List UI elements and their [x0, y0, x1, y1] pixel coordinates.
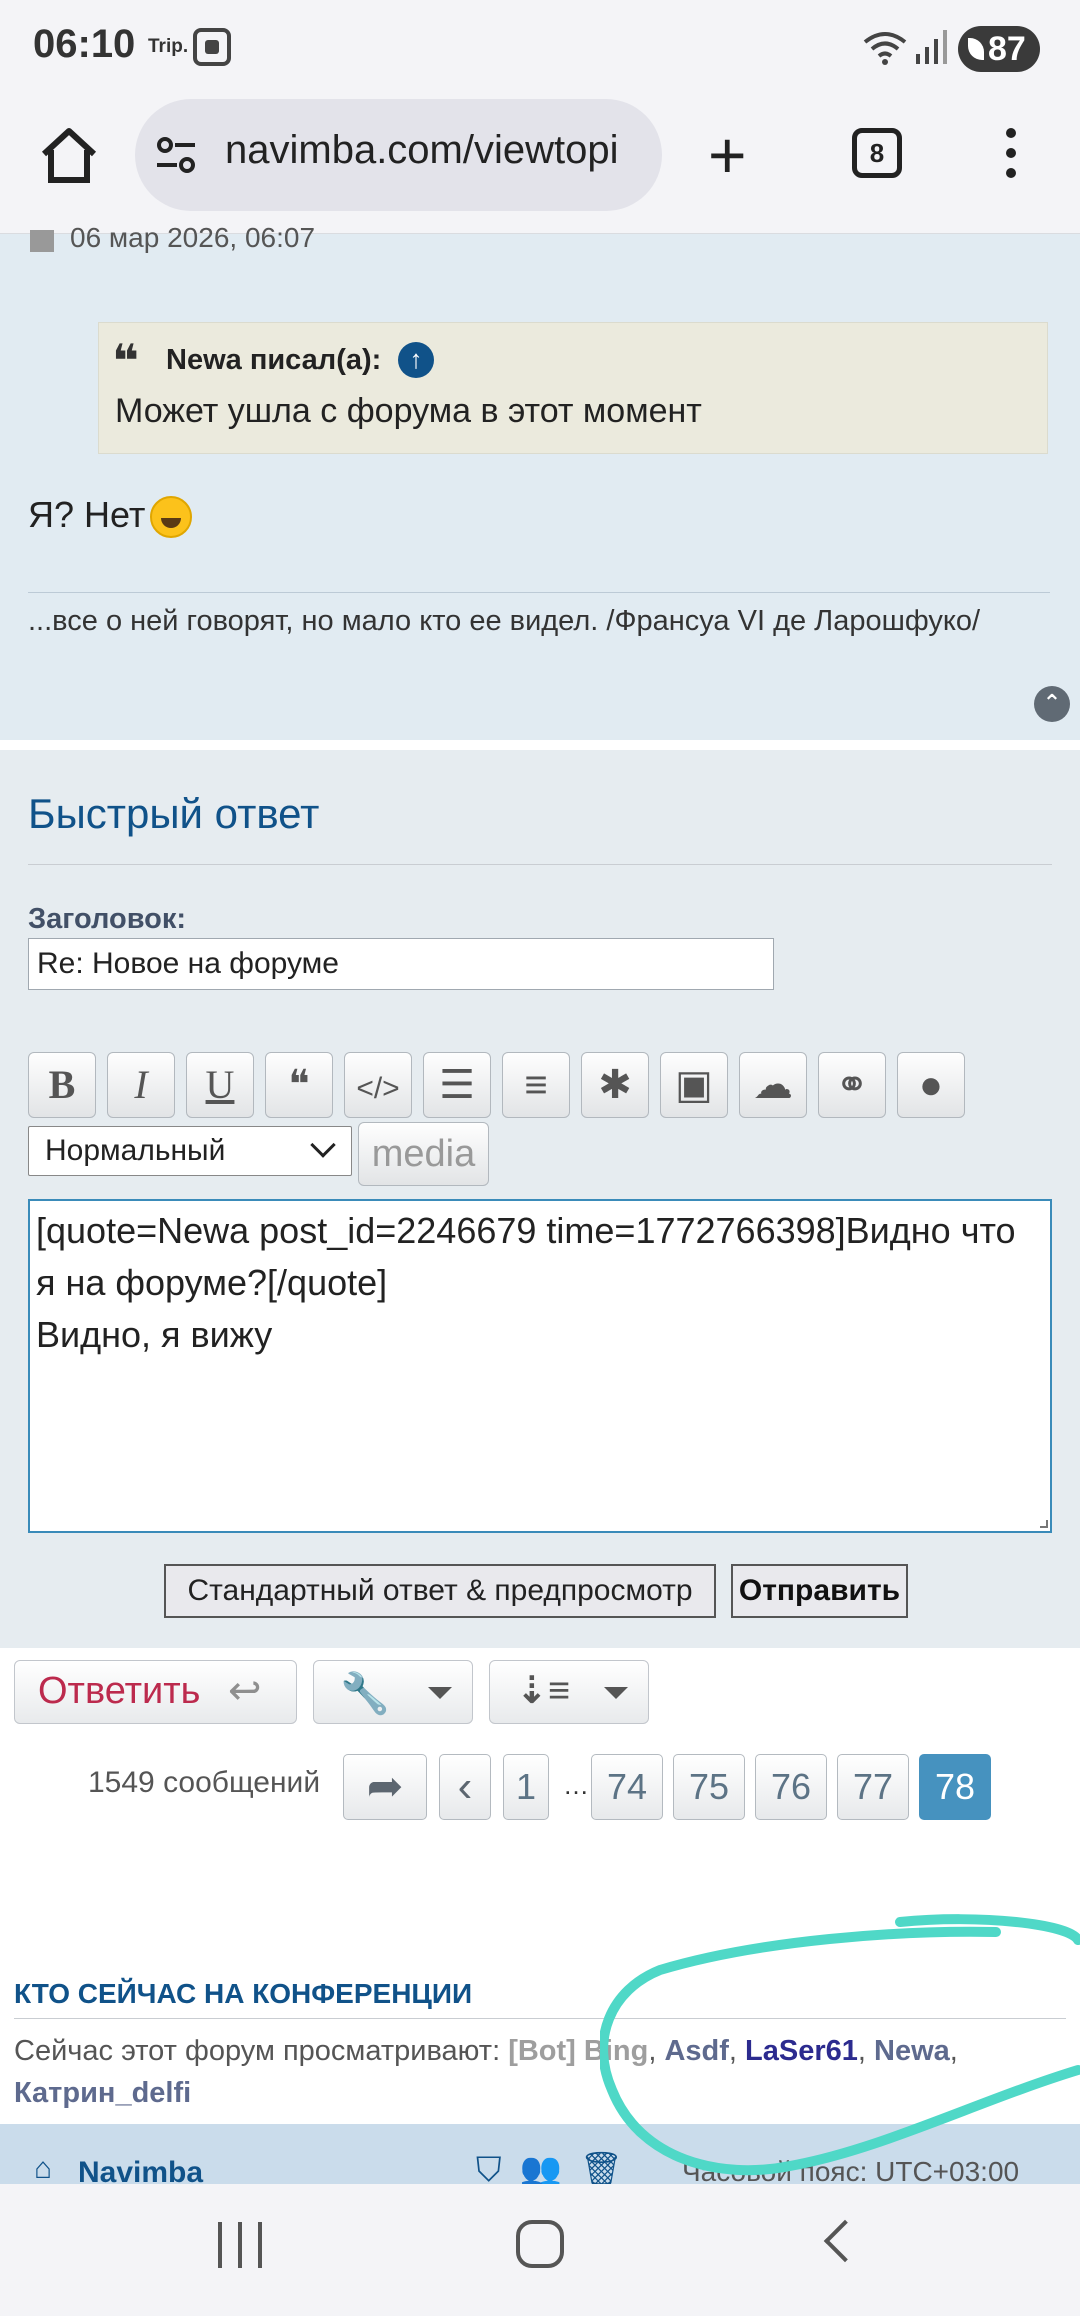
preview-button[interactable]: Стандартный ответ & предпросмотр	[164, 1564, 716, 1618]
link-button[interactable]: ⚭	[818, 1052, 886, 1118]
image-button[interactable]: ▣	[660, 1052, 728, 1118]
divider	[28, 592, 1050, 593]
subject-label: Заголовок:	[28, 903, 187, 935]
upload-button[interactable]: ☁	[739, 1052, 807, 1118]
status-carrier: Trip.	[148, 36, 189, 57]
underline-button[interactable]: U	[186, 1052, 254, 1118]
underline-icon: U	[205, 1062, 235, 1107]
online-title: КТО СЕЙЧАС НА КОНФЕРЕНЦИИ	[14, 1978, 473, 2009]
quote-icon: ❝	[288, 1063, 310, 1107]
upload-icon: ☁	[753, 1063, 793, 1107]
menu-icon[interactable]	[1004, 128, 1018, 180]
quote-icon: ❝	[112, 335, 139, 387]
bold-icon: B	[48, 1062, 76, 1107]
quote-box	[98, 322, 1048, 454]
sort-icon: ⇣≡	[516, 1670, 571, 1712]
code-button[interactable]: </>	[344, 1052, 412, 1118]
message-count: 1549 сообщений	[88, 1766, 321, 1799]
list-button[interactable]: ☰	[423, 1052, 491, 1118]
font-size-select[interactable]: Нормальный	[28, 1126, 352, 1176]
list-item-button[interactable]: ✱	[581, 1052, 649, 1118]
grinning-emoji-icon	[150, 496, 192, 538]
page-ellipsis: …	[563, 1770, 589, 1800]
page-75[interactable]: 75	[673, 1754, 745, 1820]
battery-level: 87	[988, 30, 1026, 68]
jump-to-page-button[interactable]: ➦	[343, 1754, 427, 1820]
subject-input[interactable]: Re: Новое на форуме	[28, 938, 774, 990]
list-item-icon: ✱	[598, 1063, 632, 1107]
previous-page-button[interactable]: ‹	[439, 1754, 491, 1820]
quote-button[interactable]: ❝	[265, 1052, 333, 1118]
home-icon: ⌂	[34, 2152, 53, 2185]
submit-button[interactable]: Отправить	[731, 1564, 908, 1618]
tabs-icon[interactable]: 8	[852, 128, 902, 178]
quote-author: Newa писал(а):	[166, 344, 382, 376]
image-icon: ▣	[675, 1063, 713, 1107]
link-icon: ⚭	[835, 1063, 869, 1107]
status-time: 06:10	[33, 22, 136, 66]
post-icon	[30, 230, 54, 252]
battery-icon: 87	[958, 26, 1040, 72]
signal-icon	[916, 30, 948, 64]
divider	[28, 864, 1052, 865]
recent-apps-icon[interactable]	[216, 2222, 264, 2268]
screenshot-icon	[193, 28, 231, 66]
color-icon: ●	[918, 1063, 944, 1107]
go-to-quoted-post-icon[interactable]: ↑	[398, 342, 434, 378]
bold-button[interactable]: B	[28, 1052, 96, 1118]
resize-handle[interactable]	[1040, 1520, 1048, 1528]
page-76[interactable]: 76	[755, 1754, 827, 1820]
page-74[interactable]: 74	[591, 1754, 663, 1820]
quick-reply-title: Быстрый ответ	[28, 790, 320, 837]
new-tab-icon[interactable]: +	[708, 122, 747, 188]
post-signature: ...все о ней говорят, но мало кто ее вид…	[28, 605, 981, 637]
post-text: Я? Нет	[28, 494, 146, 535]
home-icon[interactable]	[38, 126, 100, 188]
page-1[interactable]: 1	[503, 1754, 549, 1820]
back-to-top-icon[interactable]: ⌃	[1034, 686, 1070, 722]
online-user[interactable]: Катрин_delfi	[14, 2077, 191, 2109]
code-icon: </>	[356, 1072, 400, 1105]
quote-text: Может ушла с форума в этот момент	[115, 392, 702, 430]
numbered-list-button[interactable]: ≡	[502, 1052, 570, 1118]
online-prefix: Сейчас этот форум просматривают:	[14, 2035, 501, 2067]
url-text: navimba.com/viewtopi	[225, 128, 619, 172]
reply-arrow-icon: ↩	[228, 1669, 262, 1713]
hand-drawn-circle	[600, 1914, 1080, 2176]
numbered-list-icon: ≡	[524, 1063, 548, 1107]
list-icon: ☰	[439, 1063, 475, 1107]
color-button[interactable]: ●	[897, 1052, 965, 1118]
media-button[interactable]: media	[358, 1122, 489, 1186]
wrench-icon: 🔧	[340, 1672, 390, 1716]
nav-home-icon[interactable]	[516, 2220, 564, 2268]
italic-button[interactable]: I	[107, 1052, 175, 1118]
page-77[interactable]: 77	[837, 1754, 909, 1820]
italic-icon: I	[134, 1062, 148, 1107]
post-date: 06 мар 2026, 06:07	[70, 222, 316, 253]
message-textarea[interactable]: [quote=Newa post_id=2246679 time=1772766…	[28, 1199, 1052, 1533]
page-78-current[interactable]: 78	[919, 1754, 991, 1820]
caret-down-icon	[428, 1687, 452, 1699]
site-settings-icon[interactable]	[155, 136, 199, 174]
post	[0, 234, 1080, 740]
wifi-icon	[862, 30, 908, 75]
caret-down-icon	[604, 1687, 628, 1699]
reply-label: Ответить	[38, 1670, 201, 1712]
